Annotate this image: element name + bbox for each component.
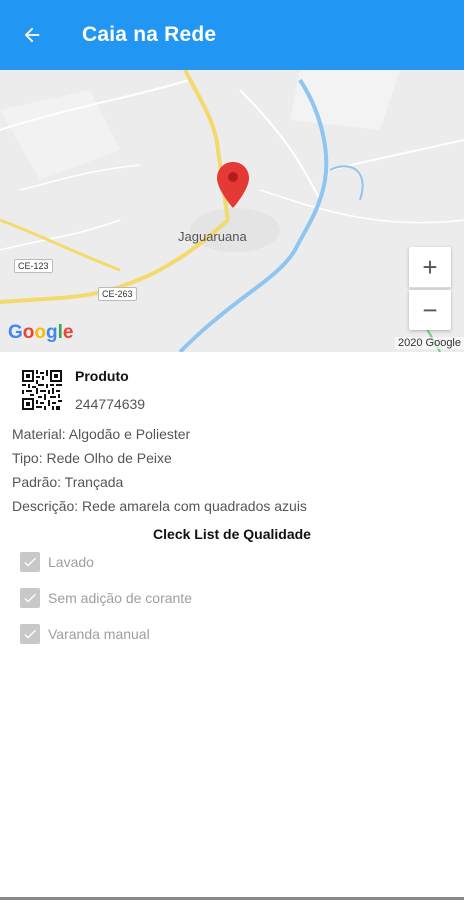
page-title: Caia na Rede — [82, 23, 217, 46]
checkbox[interactable] — [20, 588, 40, 608]
check-icon — [24, 593, 36, 603]
back-button[interactable] — [14, 17, 50, 53]
road-label-ce263: CE-263 — [98, 287, 137, 301]
arrow-left-icon — [24, 27, 40, 43]
product-code: 244774639 — [75, 396, 146, 412]
checkbox-label: Lavado — [48, 554, 94, 570]
checklist-item-varanda[interactable]: Varanda manual — [20, 624, 150, 644]
checklist-item-lavado[interactable]: Lavado — [20, 552, 94, 572]
map-copyright: 2020 Google — [395, 337, 464, 349]
plus-icon: + — [422, 252, 438, 282]
check-icon — [24, 557, 36, 567]
map-tiles — [0, 70, 464, 352]
qr-code-icon — [22, 370, 62, 410]
checkbox[interactable] — [20, 552, 40, 572]
padrao-text: Padrão: Trançada — [12, 474, 124, 490]
tipo-text: Tipo: Rede Olho de Peixe — [12, 450, 172, 466]
checkbox-label: Sem adição de corante — [48, 590, 192, 606]
descricao-text: Descrição: Rede amarela com quadrados az… — [12, 498, 307, 514]
zoom-divider — [409, 287, 451, 288]
app-bar: Caia na Rede — [0, 0, 464, 70]
zoom-out-button[interactable]: − — [409, 290, 451, 330]
city-label: Jaguaruana — [178, 229, 247, 244]
google-logo: Google — [8, 322, 74, 343]
checkbox-label: Varanda manual — [48, 626, 150, 642]
minus-icon: − — [422, 295, 438, 325]
checklist-item-sem-corante[interactable]: Sem adição de corante — [20, 588, 192, 608]
checklist-title: Cleck List de Qualidade — [153, 526, 311, 542]
material-text: Material: Algodão e Poliester — [12, 426, 191, 442]
checkbox[interactable] — [20, 624, 40, 644]
road-label-ce123: CE-123 — [14, 259, 53, 273]
product-title: Produto — [75, 368, 129, 384]
zoom-in-button[interactable]: + — [409, 247, 451, 287]
map-view[interactable]: Jaguaruana CE-123 CE-263 + − Google 2020… — [0, 70, 464, 352]
check-icon — [24, 629, 36, 639]
